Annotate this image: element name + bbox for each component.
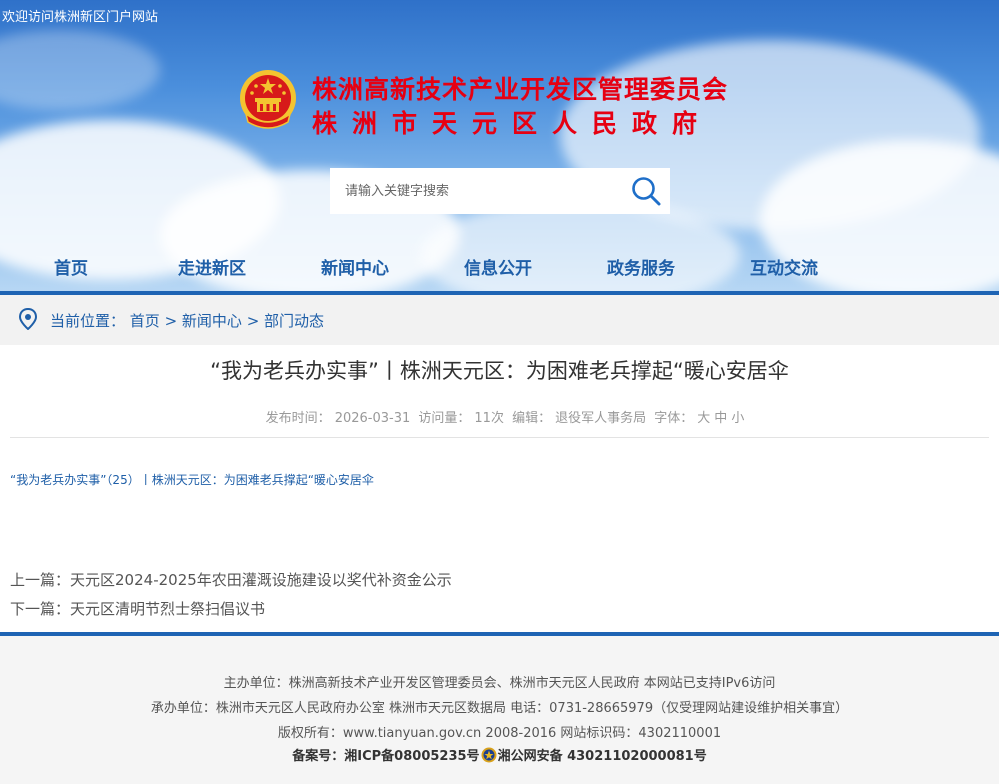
font-size-large[interactable]: 大 <box>697 411 710 426</box>
article-meta: 发布时间： 2026-03-31 访问量： 11次 编辑： 退役军人事务局 字体：大中… <box>0 407 999 426</box>
nav-item-about[interactable]: 走进新区 <box>178 254 246 279</box>
breadcrumb-label: 当前位置： <box>50 312 126 330</box>
nav-item-info[interactable]: 信息公开 <box>464 254 532 279</box>
icp-link[interactable]: 湘ICP备08005235号 <box>344 749 479 764</box>
nav-item-interaction[interactable]: 互动交流 <box>750 254 818 279</box>
footer-sponsor: 主办单位：株洲高新技术产业开发区管理委员会、株洲市天元区人民政府 本网站已支持I… <box>223 676 776 691</box>
prev-label: 上一篇： <box>10 571 71 589</box>
article-title: “我为老兵办实事”丨株洲天元区：为困难老兵撑起“暖心安居伞 <box>210 359 789 383</box>
breadcrumb-news[interactable]: 新闻中心 <box>182 312 242 330</box>
site-header: 欢迎访问株洲新区门户网站 株洲高新技术产业开发区管理委员会 株洲市天元区人民政府… <box>0 0 999 292</box>
site-title-line1: 株洲高新技术产业开发区管理委员会 <box>312 75 729 104</box>
article-body: “我为老兵办实事”（25）丨株洲天元区：为困难老兵撑起“暖心安居伞 <box>10 473 374 487</box>
nav-item-services[interactable]: 政务服务 <box>607 254 675 279</box>
editor-name: 退役军人事务局 <box>555 411 647 426</box>
next-article: 下一篇：天元区清明节烈士祭扫倡议书 <box>10 598 265 619</box>
search-icon[interactable] <box>630 175 662 207</box>
breadcrumb-separator: > <box>159 312 182 330</box>
national-emblem-icon <box>240 70 296 129</box>
font-size-medium[interactable]: 中 <box>714 411 727 426</box>
prev-article: 上一篇：天元区2024-2025年农田灌溉设施建设以奖代补资金公示 <box>10 569 452 590</box>
editor-label: 编辑： <box>512 411 552 426</box>
main-nav: 首页 走进新区 新闻中心 信息公开 政务服务 互动交流 <box>0 254 999 284</box>
views-label: 访问量： <box>418 411 471 426</box>
article-divider <box>10 437 989 438</box>
site-title-line2: 株洲市天元区人民政府 <box>312 109 713 138</box>
font-label: 字体： <box>654 411 694 426</box>
publish-label: 发布时间： <box>265 411 331 426</box>
breadcrumb: 当前位置： 首页 > 新闻中心 > 部门动态 <box>50 310 324 331</box>
record-label: 备案号： <box>292 749 345 764</box>
site-footer: 主办单位：株洲高新技术产业开发区管理委员会、株洲市天元区人民政府 本网站已支持I… <box>0 636 999 784</box>
breadcrumb-department[interactable]: 部门动态 <box>264 312 324 330</box>
footer-record: 备案号：湘ICP备08005235号 湘公网安备 43021102000081号 <box>0 745 999 764</box>
views-count: 11次 <box>474 411 504 426</box>
nav-item-news[interactable]: 新闻中心 <box>321 254 389 279</box>
location-pin-icon <box>18 308 38 330</box>
breadcrumb-home[interactable]: 首页 <box>130 312 160 330</box>
footer-organizer: 承办单位：株洲市天元区人民政府办公室 株洲市天元区数据局 电话：0731-286… <box>150 701 849 716</box>
prev-article-link[interactable]: 天元区2024-2025年农田灌溉设施建设以奖代补资金公示 <box>70 571 452 589</box>
publish-date: 2026-03-31 <box>334 411 411 426</box>
police-badge-icon <box>481 747 497 763</box>
welcome-text: 欢迎访问株洲新区门户网站 <box>2 10 159 25</box>
next-label: 下一篇： <box>10 600 71 618</box>
footer-copyright: 版权所有：www.tianyuan.gov.cn 2008-2016 网站标识码… <box>277 726 722 741</box>
nav-item-home[interactable]: 首页 <box>54 254 88 279</box>
police-record-link[interactable]: 湘公网安备 43021102000081号 <box>498 749 707 764</box>
search-box <box>330 168 670 214</box>
breadcrumb-separator: > <box>241 312 265 330</box>
breadcrumb-bar: 当前位置： 首页 > 新闻中心 > 部门动态 <box>0 295 999 345</box>
font-size-small[interactable]: 小 <box>731 411 744 426</box>
next-article-link[interactable]: 天元区清明节烈士祭扫倡议书 <box>70 600 265 618</box>
search-input[interactable] <box>330 168 620 214</box>
